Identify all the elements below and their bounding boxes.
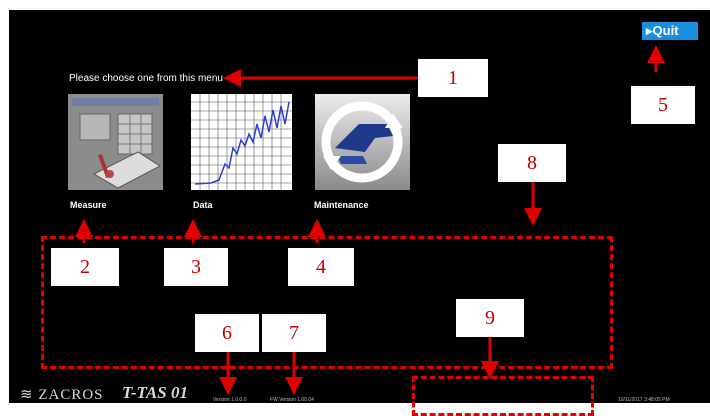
measure-icon — [68, 94, 163, 190]
annotation-region-9 — [412, 376, 594, 416]
maintenance-label: Maintenance — [314, 200, 369, 210]
maintenance-tile[interactable] — [315, 94, 410, 190]
ttas-logo: T-TAS 01 — [122, 383, 188, 402]
data-label: Data — [193, 200, 213, 210]
firmware-version: FW Version 1.00.04 — [270, 397, 314, 403]
measure-label: Measure — [70, 200, 107, 210]
menu-prompt: Please choose one from this menu — [69, 73, 223, 84]
zacros-logo: ≋ ZACROS — [20, 387, 104, 403]
data-chart-icon — [191, 94, 292, 190]
callout-3: 3 — [164, 248, 228, 286]
callout-7: 7 — [262, 314, 326, 352]
callout-1: 1 — [418, 59, 488, 97]
datetime-display: 10/11/2017 3:48:05 PM — [618, 397, 670, 403]
callout-8: 8 — [498, 144, 566, 182]
callout-6: 6 — [195, 314, 259, 352]
maintenance-icon — [315, 94, 410, 190]
callout-2: 2 — [51, 248, 119, 286]
data-tile[interactable] — [191, 94, 292, 190]
quit-button[interactable]: ▸Quit — [642, 22, 698, 40]
callout-5: 5 — [631, 86, 695, 124]
callout-9: 9 — [456, 299, 524, 337]
callout-4: 4 — [288, 248, 354, 286]
measure-tile[interactable] — [68, 94, 163, 190]
software-version: Version 1.0.0.0 — [213, 397, 247, 403]
